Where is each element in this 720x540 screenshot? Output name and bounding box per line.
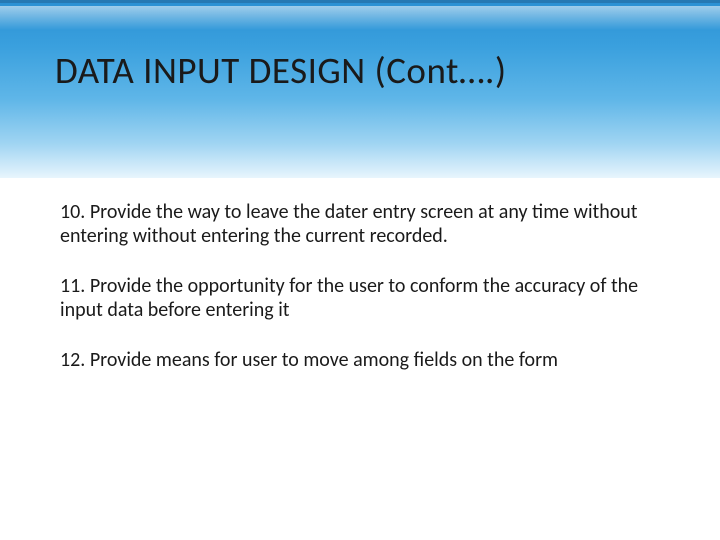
body-paragraph: 10. Provide the way to leave the dater e… [60, 200, 660, 248]
title-ribbon: DATA INPUT DESIGN (Cont….) [0, 0, 720, 178]
slide: DATA INPUT DESIGN (Cont….) 10. Provide t… [0, 0, 720, 540]
body-paragraph: 11. Provide the opportunity for the user… [60, 274, 660, 322]
slide-title: DATA INPUT DESIGN (Cont….) [55, 51, 675, 92]
body-paragraph: 12. Provide means for user to move among… [60, 348, 660, 372]
ribbon-highlight [0, 6, 720, 30]
slide-body: 10. Provide the way to leave the dater e… [60, 200, 660, 398]
